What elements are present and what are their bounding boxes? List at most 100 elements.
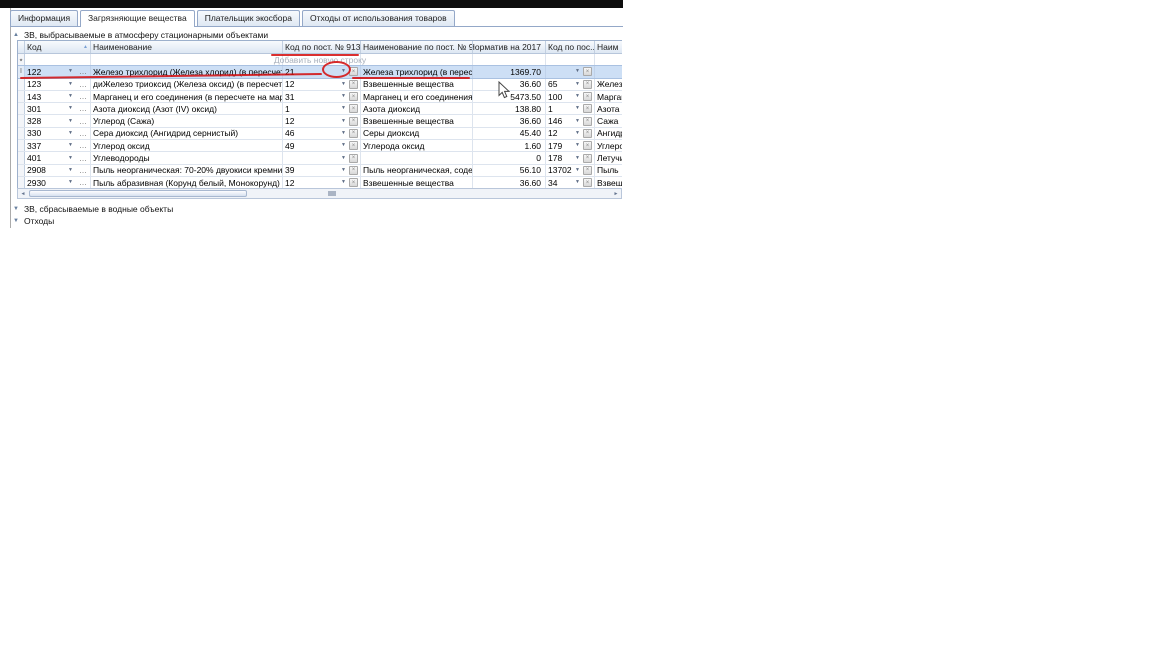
cell-code-r8[interactable]: 2908▼… <box>25 165 91 176</box>
scroll-right-icon[interactable]: ► <box>611 189 621 198</box>
ellipsis-button[interactable]: … <box>79 80 88 89</box>
collapse-icon[interactable]: ▲ <box>13 32 19 38</box>
dropdown-icon[interactable]: ▼ <box>67 94 74 99</box>
clear-button[interactable]: × <box>349 166 358 175</box>
clear-button[interactable]: × <box>349 104 358 113</box>
cell-name2-r6[interactable]: Углеро <box>595 140 622 151</box>
table-row-2908[interactable]: 2908▼…Пыль неорганическая: 70-20% двуоки… <box>18 165 622 177</box>
cell-name-r8[interactable]: Пыль неорганическая: 70-20% двуокиси кре… <box>91 165 283 176</box>
clear-button[interactable]: × <box>583 141 592 150</box>
clear-button[interactable]: × <box>583 129 592 138</box>
cell-name-r9[interactable]: Пыль абразивная (Корунд белый, Монокорун… <box>91 177 283 188</box>
cell-name913-r9[interactable]: Взвешенные вещества <box>361 177 473 188</box>
ellipsis-button[interactable]: … <box>79 154 88 163</box>
cell-code913-r1[interactable]: 12▼× <box>283 79 361 90</box>
clear-button[interactable]: × <box>349 92 358 101</box>
cell-name-r1[interactable]: диЖелезо триоксид (Железа оксид) (в пере… <box>91 79 283 90</box>
cell-name2-r7[interactable]: Летучи <box>595 152 622 163</box>
cell-code-r2[interactable]: 143▼… <box>25 91 91 102</box>
cell-code-r9[interactable]: 2930▼… <box>25 177 91 188</box>
cell-code913-r5[interactable]: 46▼× <box>283 128 361 139</box>
clear-button[interactable]: × <box>583 166 592 175</box>
dropdown-icon[interactable]: ▼ <box>67 106 74 111</box>
section-air-pollutants[interactable]: ▲ ЗВ, выбрасываемые в атмосферу стациона… <box>13 30 268 40</box>
clear-button[interactable]: × <box>583 92 592 101</box>
cell-code913-r3[interactable]: 1▼× <box>283 103 361 114</box>
dropdown-icon[interactable]: ▼ <box>67 180 74 185</box>
tab-1[interactable]: Информация <box>10 10 78 26</box>
clear-button[interactable]: × <box>583 80 592 89</box>
cell-code2-r9[interactable]: 34▼× <box>546 177 595 188</box>
cell-norm2017-r4[interactable]: 36.60 <box>473 115 546 126</box>
cell-name2-r4[interactable]: Сажа <box>595 115 622 126</box>
dropdown-icon[interactable]: ▼ <box>574 143 581 148</box>
cell-name2-r9[interactable]: Взвеше <box>595 177 622 188</box>
dropdown-icon[interactable]: ▼ <box>67 156 74 161</box>
clear-button[interactable]: × <box>349 129 358 138</box>
cell-code913-r8[interactable]: 39▼× <box>283 165 361 176</box>
cell-code-r4[interactable]: 328▼… <box>25 115 91 126</box>
cell-norm2017-r0[interactable]: 1369.70 <box>473 66 546 77</box>
scrollbar-thumb[interactable] <box>29 190 247 197</box>
table-row-337[interactable]: 337▼…Углерод оксид49▼×Углерода оксид1.60… <box>18 140 622 152</box>
dropdown-icon[interactable]: ▼ <box>67 168 74 173</box>
cell-code-r7[interactable]: 401▼… <box>25 152 91 163</box>
cell-name913-new[interactable] <box>361 54 473 65</box>
clear-button[interactable]: × <box>583 117 592 126</box>
cell-norm2017-r7[interactable]: 0 <box>473 152 546 163</box>
cell-name-r3[interactable]: Азота диоксид (Азот (IV) оксид) <box>91 103 283 114</box>
dropdown-icon[interactable]: ▼ <box>574 131 581 136</box>
cell-name2-r0[interactable] <box>595 66 622 77</box>
dropdown-icon[interactable]: ▼ <box>574 168 581 173</box>
clear-button[interactable]: × <box>349 178 358 187</box>
cell-code2-r1[interactable]: 65▼× <box>546 79 595 90</box>
cell-name2-r2[interactable]: Марган <box>595 91 622 102</box>
dropdown-icon[interactable]: ▼ <box>574 119 581 124</box>
clear-button[interactable]: × <box>349 117 358 126</box>
cell-norm2017-new[interactable] <box>473 54 546 65</box>
tab-4[interactable]: Отходы от использования товаров <box>302 10 455 26</box>
dropdown-icon[interactable]: ▼ <box>67 119 74 124</box>
cell-name913-r3[interactable]: Азота диоксид <box>361 103 473 114</box>
cell-name-r4[interactable]: Углерод (Сажа) <box>91 115 283 126</box>
ellipsis-button[interactable]: … <box>79 141 88 150</box>
cell-code2-r0[interactable]: ▼× <box>546 66 595 77</box>
horizontal-scrollbar[interactable]: ◄ ► <box>17 188 622 199</box>
cell-code913-r4[interactable]: 12▼× <box>283 115 361 126</box>
table-row-301[interactable]: 301▼…Азота диоксид (Азот (IV) оксид)1▼×А… <box>18 103 622 115</box>
cell-name2-new[interactable] <box>595 54 622 65</box>
ellipsis-button[interactable]: … <box>79 117 88 126</box>
dropdown-icon[interactable]: ▼ <box>574 106 581 111</box>
dropdown-icon[interactable]: ▼ <box>340 131 347 136</box>
cell-name913-r8[interactable]: Пыль неорганическая, содер... <box>361 165 473 176</box>
cell-norm2017-r8[interactable]: 56.10 <box>473 165 546 176</box>
cell-code2-new[interactable] <box>546 54 595 65</box>
cell-norm2017-r5[interactable]: 45.40 <box>473 128 546 139</box>
dropdown-icon[interactable]: ▼ <box>67 131 74 136</box>
tab-2[interactable]: Загрязняющие вещества <box>80 10 195 27</box>
cell-code913-r6[interactable]: 49▼× <box>283 140 361 151</box>
table-row-401[interactable]: 401▼…Углеводороды▼×0178▼×Летучи <box>18 152 622 164</box>
ellipsis-button[interactable]: … <box>79 178 88 187</box>
table-row-123[interactable]: 123▼…диЖелезо триоксид (Железа оксид) (в… <box>18 79 622 91</box>
dropdown-icon[interactable]: ▼ <box>574 82 581 87</box>
cell-name2-r3[interactable]: Азота <box>595 103 622 114</box>
cell-code2-r4[interactable]: 146▼× <box>546 115 595 126</box>
column-header-name913[interactable]: Наименование по пост. № 913 <box>361 41 473 53</box>
cell-norm2017-r6[interactable]: 1.60 <box>473 140 546 151</box>
cell-name913-r0[interactable]: Железа трихлорид (в пересч... <box>361 66 473 77</box>
column-header-code2[interactable]: Код по пос... <box>546 41 595 53</box>
cell-code913-r9[interactable]: 12▼× <box>283 177 361 188</box>
dropdown-icon[interactable]: ▼ <box>340 156 347 161</box>
cell-name-r7[interactable]: Углеводороды <box>91 152 283 163</box>
clear-button[interactable]: × <box>349 154 358 163</box>
cell-code-new[interactable] <box>25 54 91 65</box>
column-header-name[interactable]: Наименование <box>91 41 283 53</box>
cell-norm2017-r9[interactable]: 36.60 <box>473 177 546 188</box>
clear-button[interactable]: × <box>583 178 592 187</box>
cell-code913-r2[interactable]: 31▼× <box>283 91 361 102</box>
cell-name-r2[interactable]: Марганец и его соединения (в пересчете н… <box>91 91 283 102</box>
cell-name913-r5[interactable]: Серы диоксид <box>361 128 473 139</box>
dropdown-icon[interactable]: ▼ <box>340 168 347 173</box>
dropdown-icon[interactable]: ▼ <box>340 82 347 87</box>
